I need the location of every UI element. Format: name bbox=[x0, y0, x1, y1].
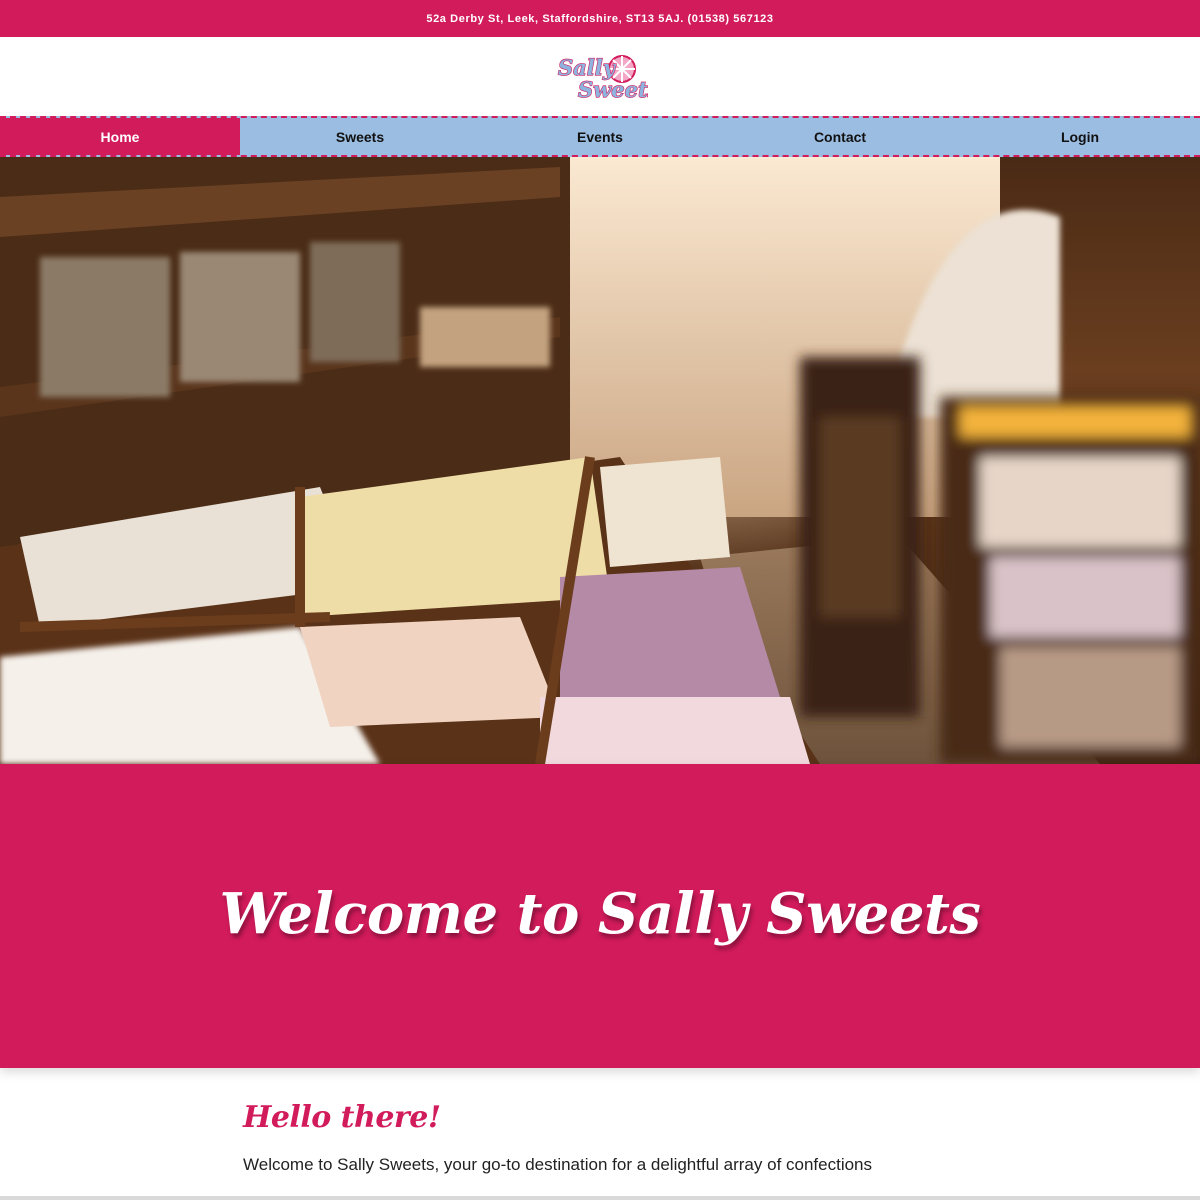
intro-paragraph: Welcome to Sally Sweets, your go-to dest… bbox=[243, 1155, 873, 1174]
nav-item-events[interactable]: Events bbox=[480, 118, 720, 155]
logo-row: Sally Sweets bbox=[0, 37, 1200, 116]
scroll-edge-divider bbox=[0, 1196, 1200, 1200]
nav-item-sweets[interactable]: Sweets bbox=[240, 118, 480, 155]
main-nav: Home Sweets Events Contact Login bbox=[0, 116, 1200, 157]
nav-item-home[interactable]: Home bbox=[0, 118, 240, 155]
welcome-title: Welcome to Sally Sweets bbox=[219, 881, 981, 947]
address-text: 52a Derby St, Leek, Staffordshire, ST13 … bbox=[426, 12, 774, 25]
address-bar: 52a Derby St, Leek, Staffordshire, ST13 … bbox=[0, 0, 1200, 37]
sweet-shop-illustration bbox=[0, 157, 1200, 764]
nav-item-contact[interactable]: Contact bbox=[720, 118, 960, 155]
main-content: Hello there! Welcome to Sally Sweets, yo… bbox=[243, 1068, 1003, 1175]
nav-item-login[interactable]: Login bbox=[960, 118, 1200, 155]
hero-image bbox=[0, 157, 1200, 764]
hello-heading: Hello there! bbox=[243, 1100, 441, 1135]
logo-line-2: Sweets bbox=[578, 77, 648, 102]
sally-sweets-logo[interactable]: Sally Sweets bbox=[552, 49, 648, 105]
welcome-banner: Welcome to Sally Sweets bbox=[0, 764, 1200, 1068]
